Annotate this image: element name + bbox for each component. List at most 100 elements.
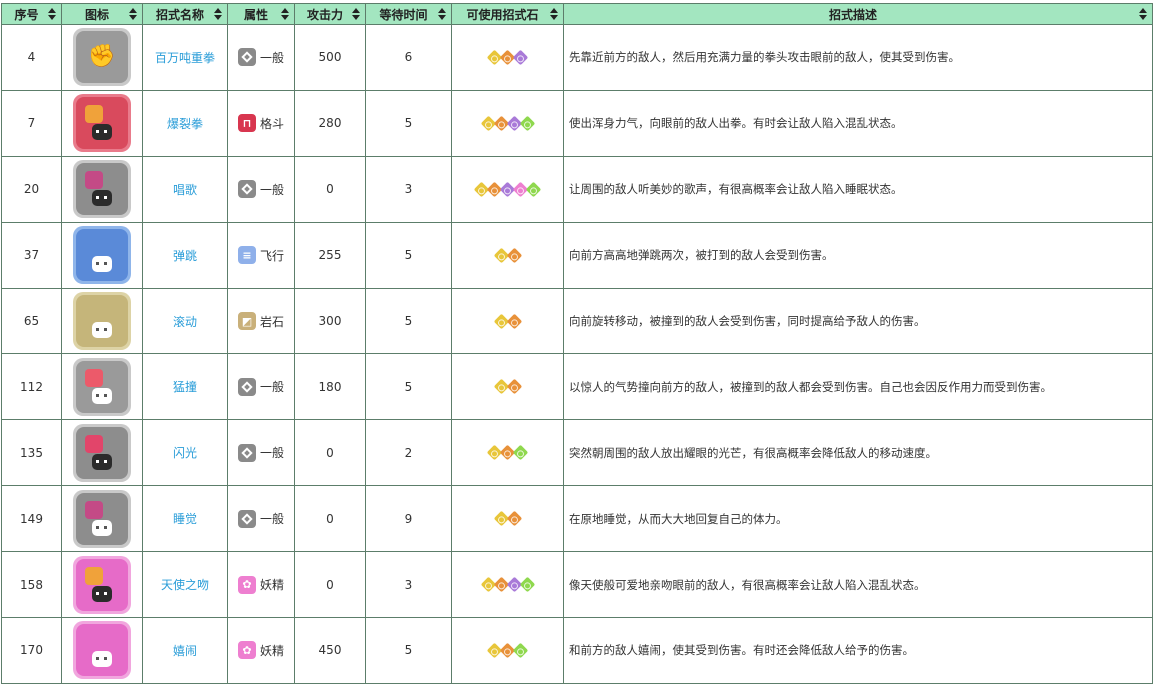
move-index: 20: [23, 182, 40, 197]
attack-value: 500: [318, 50, 342, 65]
move-description: 向前旋转移动，被撞到的敌人会受到伤害，同时提高给予敌人的伤害。: [569, 314, 926, 328]
cell-idx: 135: [1, 419, 62, 487]
table-row: 7 爆裂拳 ⊓ 格斗 280 5 使出浑身力气，向眼前的敌人出拳。有时会让敌人陷入混乱状态。: [1, 89, 1153, 157]
move-name-link[interactable]: 闪光: [173, 446, 197, 460]
header-desc[interactable]: 招式描述: [563, 3, 1153, 25]
cell-atk: 0: [294, 155, 366, 223]
move-description: 突然朝周围的敌人放出耀眼的光芒，有很高概率会降低敌人的移动速度。: [569, 445, 937, 460]
rollout-icon[interactable]: [73, 292, 131, 350]
move-index: 135: [20, 445, 43, 460]
move-name-link[interactable]: 滚动: [173, 315, 197, 329]
wait-value: 5: [404, 116, 413, 131]
cell-wait: 3: [365, 155, 452, 223]
move-name-link[interactable]: 嬉闹: [173, 644, 197, 658]
move-index: 37: [23, 248, 40, 263]
fighting-type-icon: ⊓: [237, 114, 256, 133]
attack-value: 0: [326, 511, 334, 526]
cell-attr: ◩ 岩石: [227, 287, 295, 355]
wait-value: 9: [404, 511, 413, 526]
type-label: 一般: [228, 48, 294, 67]
attack-value: 0: [326, 577, 334, 592]
sweet-kiss-icon[interactable]: [73, 555, 131, 614]
cell-wait: 5: [365, 287, 452, 355]
play-rough-icon[interactable]: [73, 621, 131, 680]
fairy-type-icon: ✿: [237, 641, 256, 660]
sing-icon[interactable]: [73, 160, 131, 219]
type-label: 一般: [228, 180, 294, 199]
sort-icon[interactable]: [214, 7, 222, 21]
move-stone-green-icon: [512, 445, 529, 461]
cell-icon: [61, 353, 143, 421]
move-stones: [452, 115, 563, 132]
burst-punch-icon[interactable]: [73, 94, 131, 153]
move-description: 使出浑身力气，向眼前的敌人出拳。有时会让敌人陷入混乱状态。: [569, 116, 903, 131]
move-name-link[interactable]: 唱歌: [173, 183, 197, 197]
rest-icon[interactable]: [73, 489, 131, 548]
cell-desc: 先靠近前方的敌人，然后用充满力量的拳头攻击眼前的敌人，使其受到伤害。: [563, 24, 1153, 91]
move-stone-orange-icon: [506, 313, 522, 329]
header-attr[interactable]: 属性: [227, 3, 295, 25]
cell-wait: 9: [365, 485, 452, 553]
header-idx[interactable]: 序号: [1, 3, 62, 25]
icon-face: [92, 453, 112, 470]
move-stones: [452, 313, 563, 329]
move-index: 112: [20, 379, 43, 394]
normal-type-icon: [237, 443, 256, 462]
move-description: 向前方高高地弹跳两次，被打到的敌人会受到伤害。: [569, 248, 834, 263]
type-name: 格斗: [259, 116, 284, 131]
sort-icon[interactable]: [550, 7, 558, 21]
icon-face: [92, 190, 112, 207]
move-description: 在原地睡觉，从而大大地回复自己的体力。: [569, 511, 788, 526]
move-name-link[interactable]: 百万吨重拳: [155, 51, 215, 65]
fist-icon[interactable]: ✊: [73, 28, 131, 87]
cell-wait: 3: [365, 551, 452, 619]
header-icon[interactable]: 图标: [61, 3, 143, 25]
cell-name: 猛撞: [142, 353, 228, 421]
move-name-link[interactable]: 天使之吻: [161, 578, 209, 592]
sort-icon[interactable]: [281, 7, 289, 21]
cell-stones: [451, 24, 564, 91]
move-stones: [452, 247, 563, 263]
type-label: ◩ 岩石: [228, 312, 294, 330]
sort-icon[interactable]: [48, 7, 56, 21]
move-stone-green-icon: [519, 115, 535, 132]
move-stones: [452, 576, 563, 593]
move-stone-green-icon: [525, 181, 542, 197]
sort-icon[interactable]: [1139, 7, 1147, 21]
cell-wait: 5: [365, 617, 452, 684]
sort-icon[interactable]: [438, 7, 446, 21]
type-name: 一般: [259, 512, 284, 527]
move-name-link[interactable]: 睡觉: [173, 512, 197, 526]
sort-icon[interactable]: [129, 7, 137, 21]
cell-wait: 5: [365, 221, 452, 289]
move-description: 先靠近前方的敌人，然后用充满力量的拳头攻击眼前的敌人，使其受到伤害。: [569, 50, 960, 65]
cell-wait: 5: [365, 353, 452, 421]
move-description: 像天使般可爱地亲吻眼前的敌人，有很高概率会让敌人陷入混乱状态。: [569, 577, 926, 592]
move-name-link[interactable]: 弹跳: [173, 249, 197, 263]
cell-wait: 6: [365, 24, 452, 91]
flash-icon[interactable]: [73, 423, 131, 482]
type-name: 飞行: [259, 248, 284, 263]
cell-desc: 在原地睡觉，从而大大地回复自己的体力。: [563, 485, 1153, 553]
cell-desc: 突然朝周围的敌人放出耀眼的光芒，有很高概率会降低敌人的移动速度。: [563, 419, 1153, 487]
header-row: 序号 图标 招式名称 属性 攻击力 等待时间 可使用招式石 招式描述: [1, 3, 1153, 25]
cell-icon: ✊: [61, 24, 143, 91]
header-name[interactable]: 招式名称: [142, 3, 228, 25]
cell-stones: [451, 287, 564, 355]
cell-icon: [61, 617, 143, 684]
header-wait[interactable]: 等待时间: [365, 3, 452, 25]
cell-idx: 149: [1, 485, 62, 553]
cell-idx: 170: [1, 617, 62, 684]
move-name-link[interactable]: 爆裂拳: [167, 117, 203, 131]
move-name-link[interactable]: 猛撞: [173, 380, 197, 394]
take-down-icon[interactable]: [73, 357, 131, 416]
bounce-icon[interactable]: [73, 226, 131, 285]
header-atk[interactable]: 攻击力: [294, 3, 366, 25]
cell-atk: 300: [294, 287, 366, 355]
cell-wait: 5: [365, 89, 452, 157]
header-stones[interactable]: 可使用招式石: [451, 3, 564, 25]
sort-icon[interactable]: [352, 7, 360, 21]
cell-atk: 0: [294, 485, 366, 553]
cell-idx: 4: [1, 24, 62, 91]
icon-inner: [76, 97, 128, 150]
